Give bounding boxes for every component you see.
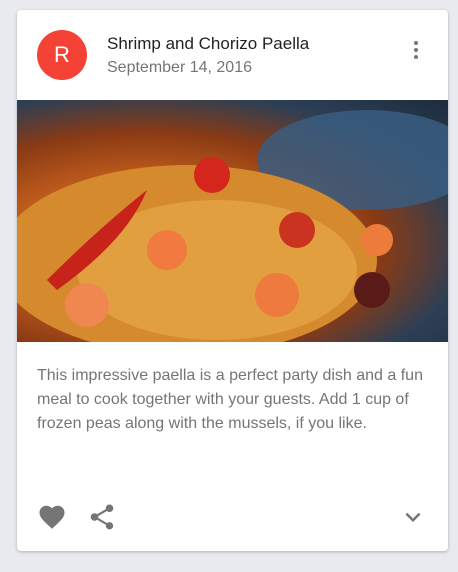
card-subheader: September 14, 2016 — [107, 59, 252, 76]
share-icon[interactable] — [87, 502, 117, 532]
recipe-card: R Shrimp and Chorizo Paella September 14… — [17, 10, 448, 551]
card-description: This impressive paella is a perfect part… — [37, 367, 423, 432]
expand-more-icon[interactable] — [398, 502, 428, 532]
paella-image — [17, 100, 448, 342]
avatar: R — [37, 30, 87, 80]
card-title: Shrimp and Chorizo Paella — [107, 34, 310, 53]
favorite-icon[interactable] — [37, 502, 67, 532]
more-vert-icon[interactable] — [404, 38, 428, 62]
